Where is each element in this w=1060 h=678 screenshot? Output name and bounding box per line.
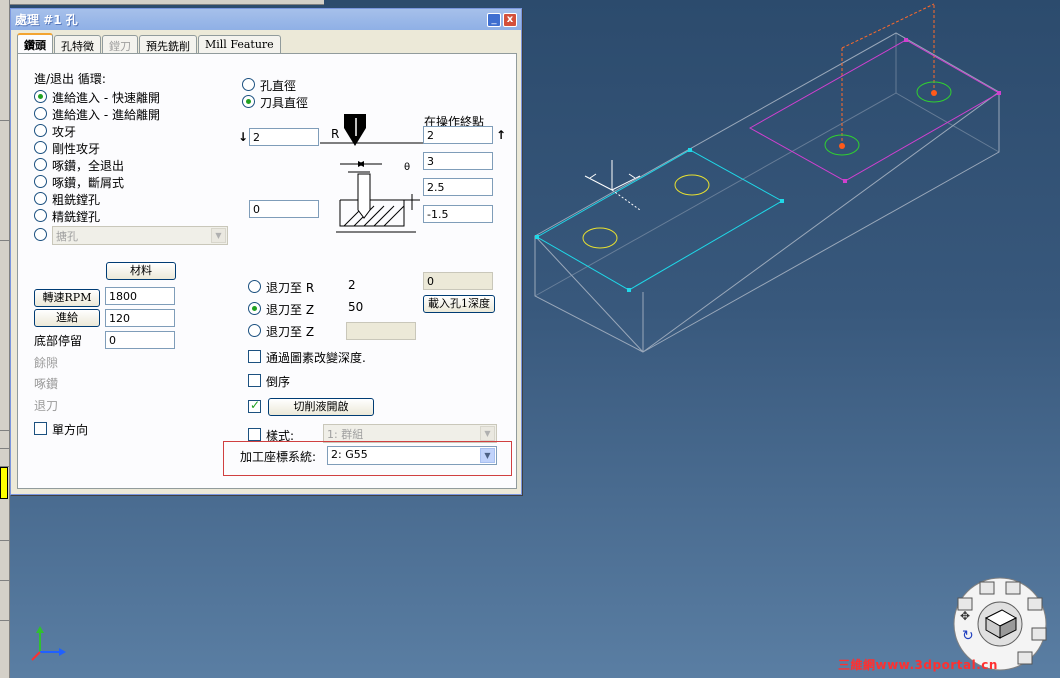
feed-input[interactable]	[105, 309, 175, 327]
end-point-input-2[interactable]	[423, 152, 493, 170]
svg-text:✥: ✥	[960, 609, 970, 623]
hole-center-1	[839, 143, 845, 149]
retract-r-value: 2	[348, 278, 356, 292]
cycle-radio-finish-bore[interactable]	[34, 209, 47, 222]
tab-panel-drill: 進/退出 循環: 進給進入 - 快速離開 進給進入 - 進給離開 攻牙 剛性攻牙…	[17, 53, 517, 489]
watermark: 三維網www.3dportal.cn	[838, 658, 998, 672]
dialog-tabs: 鑽頭 孔特徵 鏜刀 預先銑削 Mill Feature	[17, 33, 282, 53]
dwell-input[interactable]	[105, 331, 175, 349]
feed-button[interactable]: 進給	[34, 309, 100, 327]
one-direction-label: 單方向	[52, 423, 89, 437]
hole-center-2	[931, 90, 937, 96]
cycle-label-tap: 攻牙	[52, 125, 77, 139]
close-button[interactable]: x	[503, 12, 517, 27]
cycle-label-peck-chip: 啄鑽，斷屑式	[52, 176, 125, 190]
cycle-radio-extra[interactable]	[34, 228, 47, 241]
down-arrow-icon: ↓	[238, 130, 249, 144]
drill-depth-diagram: θ	[320, 114, 424, 233]
tab-mill-feature[interactable]: Mill Feature	[198, 35, 281, 53]
material-button[interactable]: 材料	[106, 262, 176, 280]
cycle-label-feed-rapid: 進給進入 - 快速離開	[52, 91, 160, 105]
change-depth-label: 通過圖素改變深度.	[266, 351, 366, 365]
coolant-button[interactable]: 切削液開啟	[268, 398, 374, 416]
tab-drill[interactable]: 鑽頭	[17, 33, 53, 53]
cycle-radio-rough-bore[interactable]	[34, 192, 47, 205]
clearance-label: 餘隙	[34, 356, 59, 370]
cycle-label-peck-full: 啄鑽，全退出	[52, 159, 125, 173]
cycle-label-rough-bore: 粗銑鏜孔	[52, 193, 101, 207]
cycle-radio-peck-full[interactable]	[34, 158, 47, 171]
chevron-down-icon[interactable]: ▼	[480, 448, 495, 463]
tool-diameter-label: 刀具直徑	[260, 96, 309, 110]
wcs-label: 加工座標系統:	[240, 450, 317, 464]
coolant-checkbox[interactable]	[248, 398, 261, 413]
reverse-order-checkbox[interactable]	[248, 374, 261, 387]
tool-path-lines	[841, 3, 935, 146]
hole-yellow-1	[582, 227, 618, 249]
host-toolbar-fragment	[10, 0, 324, 5]
retract-z-label: 退刀至 Z	[266, 303, 315, 317]
end-point-input-4[interactable]	[423, 205, 493, 223]
cycle-heading: 進/退出 循環:	[34, 72, 106, 86]
tab-pre-mill[interactable]: 預先銑削	[139, 35, 197, 53]
local-axis-triad	[584, 160, 641, 211]
peck-label: 啄鑽	[34, 377, 59, 391]
spindle-rpm-input[interactable]	[105, 287, 175, 305]
host-left-panel	[0, 0, 10, 678]
retract-z-radio[interactable]	[248, 302, 261, 315]
world-axis-icon	[31, 626, 66, 661]
cycle-label-finish-bore: 精銑鏜孔	[52, 210, 101, 224]
spindle-rpm-button[interactable]: 轉速RPM	[34, 289, 100, 307]
hole-diameter-label: 孔直徑	[260, 79, 297, 93]
retract-r-label: 退刀至 R	[266, 281, 315, 295]
cycle-radio-rigid-tap[interactable]	[34, 141, 47, 154]
style-checkbox[interactable]	[248, 428, 261, 441]
chevron-down-icon: ▼	[480, 426, 495, 441]
wcs-select[interactable]: 2: G55 ▼	[327, 446, 497, 465]
cycle-radio-feed-rapid[interactable]	[34, 90, 47, 103]
host-highlight-cell	[0, 467, 8, 499]
reverse-order-label: 倒序	[266, 375, 291, 389]
dialog-titlebar[interactable]: 處理 #1 孔 _ x	[11, 9, 521, 30]
retract-z-value: 50	[348, 300, 364, 314]
wcs-select-value: 2: G55	[331, 448, 368, 461]
style-select-value: 1: 群組	[327, 428, 364, 441]
retract-r-radio[interactable]	[248, 280, 261, 293]
cycle-radio-feed-feed[interactable]	[34, 107, 47, 120]
dialog-title: 處理 #1 孔	[15, 13, 78, 27]
change-depth-checkbox[interactable]	[248, 350, 261, 363]
hole-diameter-radio[interactable]	[242, 78, 255, 91]
chevron-down-icon: ▼	[211, 228, 226, 243]
up-arrow-icon: ↑	[496, 128, 507, 142]
selected-face-vertices	[535, 148, 784, 292]
svg-text:θ: θ	[404, 162, 410, 173]
one-direction-checkbox[interactable]	[34, 422, 47, 435]
hole-operation-dialog: 處理 #1 孔 _ x 鑽頭 孔特徵 鏜刀 預先銑削 Mill Feature …	[10, 8, 522, 495]
retract-label: 退刀	[34, 399, 59, 413]
selected-face-cyan	[535, 149, 784, 291]
cycle-radio-tap[interactable]	[34, 124, 47, 137]
cycle-label-feed-feed: 進給進入 - 進給離開	[52, 108, 160, 122]
end-point-input-3[interactable]	[423, 178, 493, 196]
end-point-input-1[interactable]	[423, 126, 493, 144]
retract-z2-label: 退刀至 Z	[266, 325, 315, 339]
cycle-label-rigid-tap: 剛性攻牙	[52, 142, 101, 156]
retract-z2-radio[interactable]	[248, 324, 261, 337]
minimize-button[interactable]: _	[487, 12, 501, 27]
retract-z2-input	[346, 322, 416, 340]
diagram-left-top-input[interactable]	[249, 128, 319, 146]
tool-diameter-radio[interactable]	[242, 95, 255, 108]
cycle-radio-peck-chip[interactable]	[34, 175, 47, 188]
hole-yellow-2	[674, 174, 710, 196]
load-hole-depth-button[interactable]: 載入孔1深度	[423, 295, 495, 313]
retract-side-input	[423, 272, 493, 290]
dwell-label: 底部停留	[34, 334, 83, 348]
tab-hole-feature[interactable]: 孔特徵	[54, 35, 101, 53]
diagram-left-bottom-input[interactable]	[249, 200, 319, 218]
svg-text:↻: ↻	[962, 628, 974, 644]
cycle-extra-select: 搪孔 ▼	[52, 226, 228, 245]
selected-face-magenta	[748, 39, 1001, 182]
tab-boring-tool: 鏜刀	[102, 35, 138, 53]
cycle-extra-select-value: 搪孔	[56, 230, 78, 243]
